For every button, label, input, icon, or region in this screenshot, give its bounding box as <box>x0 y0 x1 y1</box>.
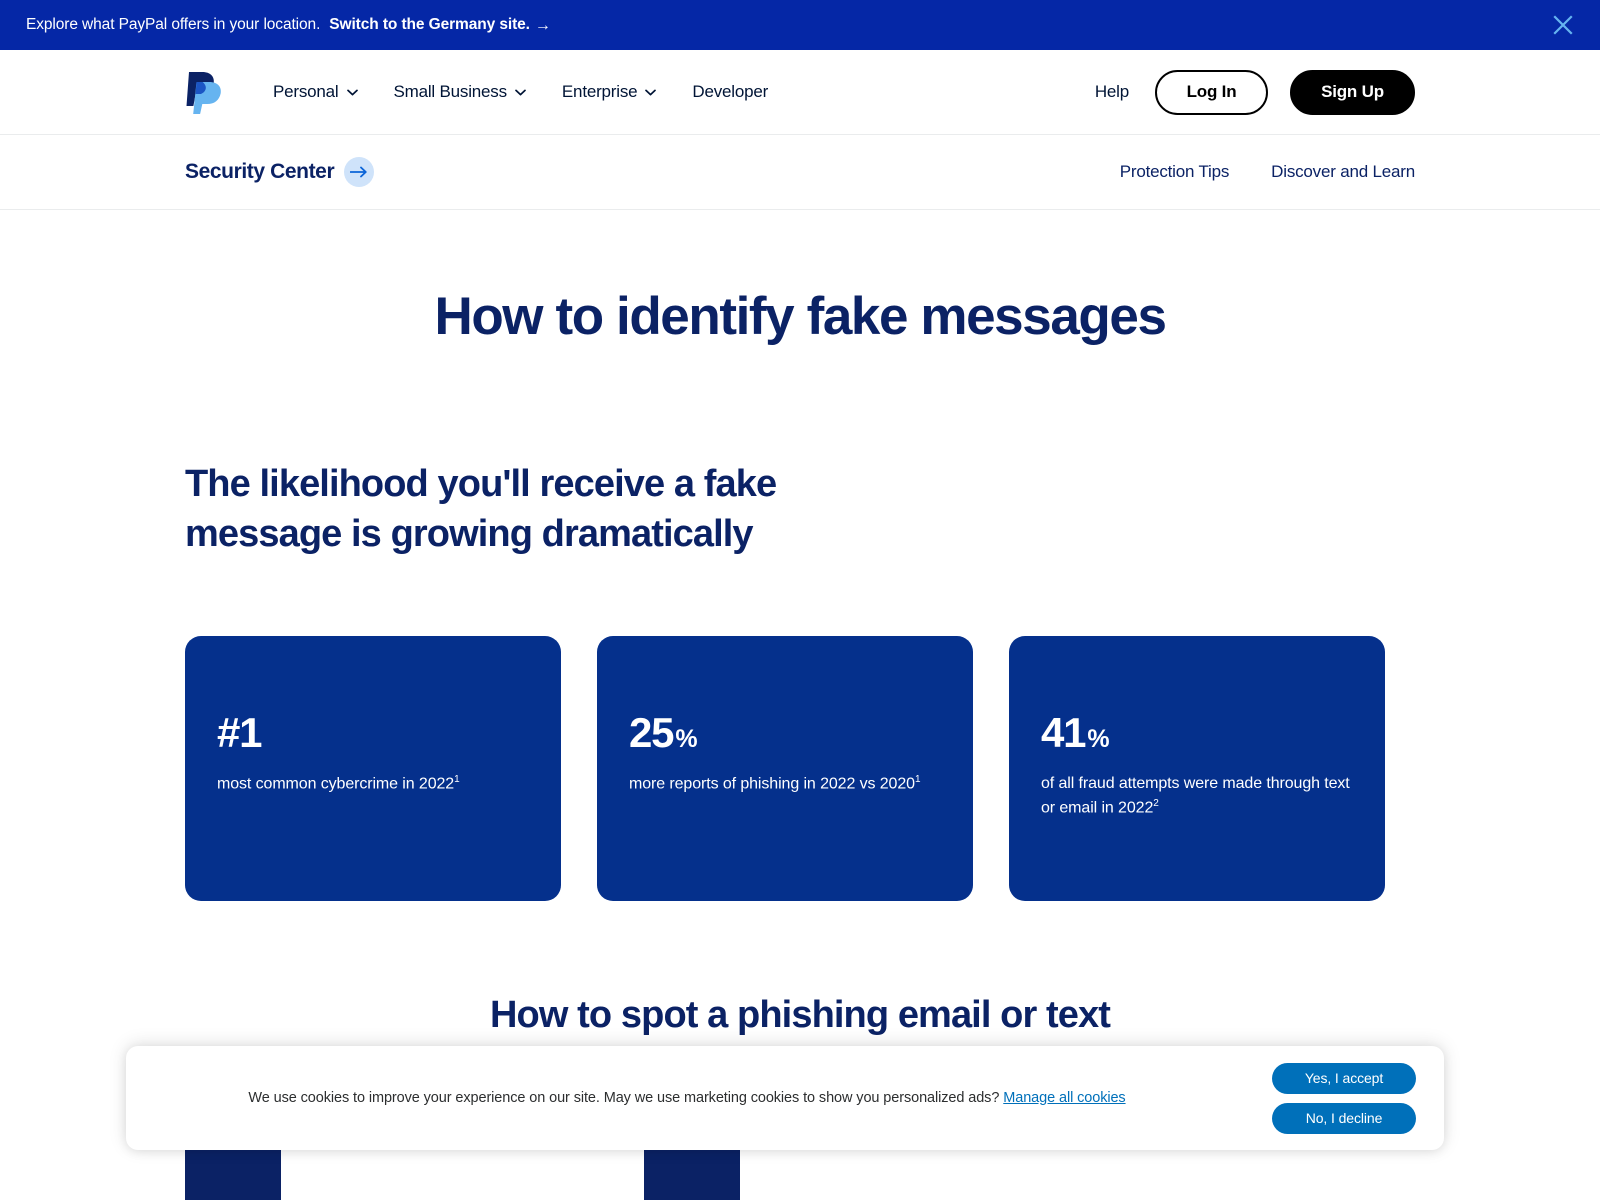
sub-nav-item-discover-and-learn[interactable]: Discover and Learn <box>1271 162 1415 182</box>
stat-footnote-marker: 2 <box>1153 798 1159 810</box>
nav-item-personal-label: Personal <box>273 82 339 101</box>
stat-description-text: more reports of phishing in 2022 vs 2020 <box>629 775 915 793</box>
nav-item-developer[interactable]: Developer <box>692 82 768 102</box>
accept-cookies-button[interactable]: Yes, I accept <box>1272 1062 1416 1094</box>
stat-description-text: of all fraud attempts were made through … <box>1041 775 1350 817</box>
stat-cards: #1 most common cybercrime in 20221 25% m… <box>185 636 1385 902</box>
arrow-right-icon <box>344 157 375 187</box>
main-navigation: Personal Small Business Enterprise Devel… <box>0 50 1600 135</box>
chevron-down-icon <box>515 89 526 96</box>
section-heading: The likelihood you'll receive a fake mes… <box>185 463 777 556</box>
nav-item-enterprise[interactable]: Enterprise <box>561 82 657 102</box>
nav-item-small-business[interactable]: Small Business <box>394 82 526 102</box>
arrow-right-icon: → <box>534 16 551 34</box>
stat-card: 41% of all fraud attempts were made thro… <box>1009 636 1385 902</box>
nav-item-personal[interactable]: Personal <box>273 82 358 102</box>
security-center-label: Security Center <box>185 160 335 183</box>
locale-banner-text: Explore what PayPal offers in your locat… <box>26 16 321 33</box>
nav-item-enterprise-label: Enterprise <box>561 82 638 101</box>
stat-description: of all fraud attempts were made through … <box>1041 772 1353 820</box>
locale-banner: Explore what PayPal offers in your locat… <box>0 0 1600 50</box>
stat-description-text: most common cybercrime in 2022 <box>217 775 455 793</box>
close-icon[interactable] <box>1548 10 1578 40</box>
sub-navigation: Security Center Protection Tips Discover… <box>0 135 1600 210</box>
stat-description: more reports of phishing in 2022 vs 2020… <box>629 772 941 796</box>
stat-card: 25% more reports of phishing in 2022 vs … <box>597 636 973 902</box>
stat-value: #1 <box>217 709 263 757</box>
stat-unit: % <box>1087 725 1110 754</box>
stat-card: #1 most common cybercrime in 20221 <box>185 636 561 902</box>
spot-phishing-heading: How to spot a phishing email or text <box>490 994 1111 1037</box>
stat-figure: 41% <box>1041 712 1353 754</box>
nav-actions: Help Log In Sign Up <box>1095 69 1415 115</box>
cookie-message: We use cookies to improve your experienc… <box>162 1090 1272 1106</box>
stat-figure: 25% <box>629 712 941 754</box>
login-button[interactable]: Log In <box>1155 69 1268 115</box>
cookie-actions: Yes, I accept No, I decline <box>1272 1062 1416 1134</box>
help-link[interactable]: Help <box>1095 82 1129 102</box>
cookie-consent-banner: We use cookies to improve your experienc… <box>126 1046 1444 1150</box>
stat-footnote-marker: 1 <box>454 774 460 786</box>
stat-description: most common cybercrime in 20221 <box>217 772 529 796</box>
sub-nav-links: Protection Tips Discover and Learn <box>1120 162 1415 182</box>
sub-nav-item-protection-tips[interactable]: Protection Tips <box>1120 162 1230 182</box>
nav-links: Personal Small Business Enterprise Devel… <box>273 82 768 102</box>
nav-item-developer-label: Developer <box>692 82 769 101</box>
security-center-link[interactable]: Security Center <box>185 157 375 187</box>
stat-value: 25 <box>629 709 675 757</box>
switch-site-link[interactable]: Switch to the Germany site. → <box>329 15 551 35</box>
signup-button[interactable]: Sign Up <box>1290 69 1415 115</box>
switch-site-label: Switch to the Germany site. <box>329 15 530 33</box>
chevron-down-icon <box>346 89 358 96</box>
paypal-logo[interactable] <box>185 68 225 116</box>
stat-value: 41 <box>1041 709 1087 757</box>
nav-item-small-business-label: Small Business <box>393 82 508 101</box>
stat-footnote-marker: 1 <box>914 774 921 786</box>
page-title: How to identify fake messages <box>434 287 1166 346</box>
cookie-message-text: We use cookies to improve your experienc… <box>248 1090 1000 1106</box>
decline-cookies-button[interactable]: No, I decline <box>1272 1102 1416 1134</box>
chevron-down-icon <box>645 89 657 96</box>
manage-all-cookies-link[interactable]: Manage all cookies <box>1003 1090 1125 1106</box>
stat-figure: #1 <box>217 712 529 754</box>
stat-unit: % <box>675 725 698 754</box>
